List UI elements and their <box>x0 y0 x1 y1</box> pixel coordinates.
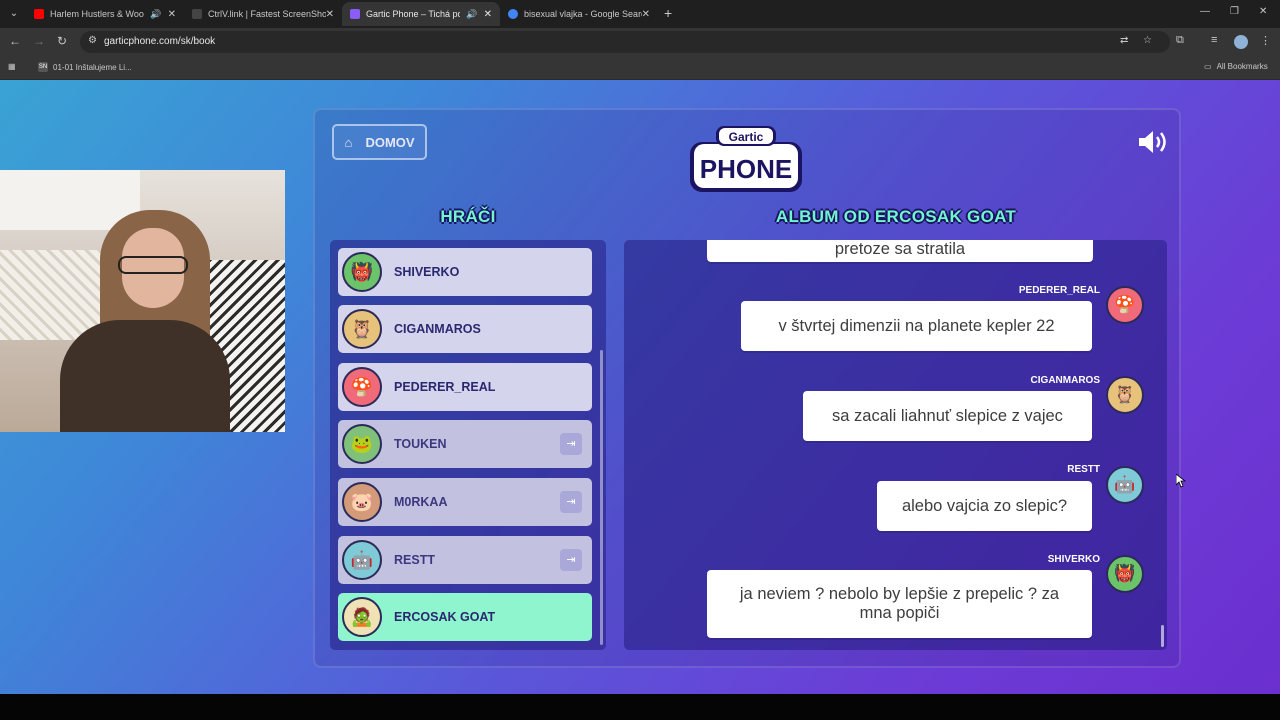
menu-icon[interactable]: ⋮ <box>1260 34 1271 47</box>
robot-icon: 🤖 <box>1106 466 1144 504</box>
tab-title: Harlem Hustlers & Woody <box>50 9 145 19</box>
player-item-ciganmaros[interactable]: 🦉 CIGANMAROS <box>338 305 592 353</box>
kick-player-icon[interactable]: ⇥ <box>560 491 582 513</box>
green-ogre-icon: 👹 <box>1106 555 1144 593</box>
player-item-restt[interactable]: 🤖 RESTT ⇥ <box>338 536 592 584</box>
toolbar: ← → ↻ ⚙ garticphone.com/sk/book ⇄ ☆ ⧉ ≡ … <box>0 28 1280 56</box>
mushroom-icon: 🍄 <box>342 367 382 407</box>
tab-title: bisexual vlajka - Google Search <box>524 9 642 19</box>
bookmark-favicon-icon: SN <box>38 62 48 72</box>
player-item-ercosak-goat[interactable]: 🧟 ERCOSAK GOAT <box>338 593 592 641</box>
player-name: PEDERER_REAL <box>394 380 496 394</box>
tab-title: Gartic Phone – Tichá pošta <box>366 9 461 19</box>
reload-icon[interactable]: ↻ <box>57 34 67 48</box>
tab-strip: ⌄ Harlem Hustlers & Woody 🔊 ✕ CtrlV.link… <box>0 0 1280 28</box>
close-icon[interactable]: ✕ <box>168 9 176 20</box>
message-author: RESTT <box>1067 464 1100 475</box>
bookmark-label: 01-01 Inštalujeme Li... <box>53 62 132 72</box>
close-icon[interactable]: ✕ <box>642 9 650 20</box>
bookmarks-bar: ▦ SN 01-01 Inštalujeme Li... ▭ All Bookm… <box>0 56 1280 80</box>
bottom-bar <box>0 694 1280 720</box>
home-button[interactable]: ⌂ DOMOV <box>332 124 427 160</box>
logo-bottom-text: PHONE <box>700 154 792 184</box>
browser-chrome: ⌄ Harlem Hustlers & Woody 🔊 ✕ CtrlV.link… <box>0 0 1280 80</box>
message-author: PEDERER_REAL <box>1018 285 1100 296</box>
green-ogre-icon: 👹 <box>342 252 382 292</box>
gartic-icon <box>350 9 360 19</box>
new-tab-button[interactable]: + <box>664 6 672 20</box>
kick-player-icon[interactable]: ⇥ <box>560 433 582 455</box>
mouse-cursor-icon <box>1176 474 1186 488</box>
album-message: sa zacali liahnuť slepice z vajec <box>803 391 1092 441</box>
webcam-person-glasses <box>118 256 188 274</box>
extensions-icon[interactable]: ⧉ <box>1176 34 1184 47</box>
player-name: ERCOSAK GOAT <box>394 610 496 624</box>
home-icon: ⌂ <box>344 134 353 150</box>
owl-icon: 🦉 <box>1106 376 1144 414</box>
url-text[interactable]: garticphone.com/sk/book <box>104 36 215 47</box>
google-icon <box>508 9 518 19</box>
message-author: SHIVERKO <box>1047 554 1100 565</box>
restore-icon[interactable]: ❐ <box>1230 6 1239 17</box>
tab-ctrlv[interactable]: CtrlV.link | Fastest ScreenShot a ✕ <box>184 2 342 26</box>
back-icon[interactable]: ← <box>9 34 21 48</box>
all-bookmarks[interactable]: ▭ All Bookmarks <box>1204 62 1268 71</box>
profile-avatar[interactable] <box>1234 35 1248 49</box>
player-name: SHIVERKO <box>394 265 460 279</box>
ctrlv-icon <box>192 9 202 19</box>
album-message: pretoze sa stratila <box>707 240 1093 262</box>
webcam-person-body <box>60 320 230 432</box>
tab-harlem[interactable]: Harlem Hustlers & Woody 🔊 ✕ <box>26 2 184 26</box>
translate-icon[interactable]: ⇄ <box>1120 35 1128 46</box>
players-title: HRÁČI <box>440 207 496 226</box>
media-icon[interactable]: ≡ <box>1211 34 1217 46</box>
close-icon[interactable]: ✕ <box>484 9 492 20</box>
album-title: ALBUM OD ERCOSAK GOAT <box>775 207 1017 226</box>
player-item-m0rkaa[interactable]: 🐷 M0RKAA ⇥ <box>338 478 592 526</box>
bookmark-item[interactable]: SN 01-01 Inštalujeme Li... <box>38 62 132 72</box>
sound-icon[interactable] <box>1137 128 1169 156</box>
site-info-icon[interactable]: ⚙ <box>88 35 97 46</box>
close-icon[interactable]: ✕ <box>326 9 334 20</box>
logo-top-text: Gartic <box>729 130 764 144</box>
tab-title: CtrlV.link | Fastest ScreenShot a <box>208 9 326 19</box>
apps-icon[interactable]: ▦ <box>8 62 16 71</box>
player-item-shiverko[interactable]: 👹 SHIVERKO <box>338 248 592 296</box>
player-name: RESTT <box>394 553 435 567</box>
close-window-icon[interactable]: ✕ <box>1259 6 1267 17</box>
forward-icon[interactable]: → <box>33 34 45 48</box>
album-message: alebo vajcia zo slepic? <box>877 481 1092 531</box>
tab-gartic[interactable]: Gartic Phone – Tichá pošta 🔊 ✕ <box>342 2 500 26</box>
home-label: DOMOV <box>365 134 415 150</box>
message-author: CIGANMAROS <box>1030 375 1100 386</box>
frog-icon: 🐸 <box>342 424 382 464</box>
player-name: TOUKEN <box>394 437 447 451</box>
album-message: ja neviem ? nebolo by lepšie z prepelic … <box>707 570 1092 638</box>
album-message: v štvrtej dimenzii na planete kepler 22 <box>741 301 1092 351</box>
robot-icon: 🤖 <box>342 540 382 580</box>
mushroom-icon: 🍄 <box>1106 286 1144 324</box>
album-scrollbar[interactable] <box>1161 625 1164 647</box>
tab-search-icon[interactable]: ⌄ <box>6 6 22 22</box>
kick-player-icon[interactable]: ⇥ <box>560 549 582 571</box>
address-bar[interactable]: ⚙ garticphone.com/sk/book ⇄ ☆ <box>80 31 1170 53</box>
pig-icon: 🐷 <box>342 482 382 522</box>
audio-icon[interactable]: 🔊 <box>466 9 477 20</box>
player-name: CIGANMAROS <box>394 322 481 336</box>
players-scrollbar[interactable] <box>600 350 603 645</box>
owl-icon: 🦉 <box>342 309 382 349</box>
folder-icon: ▭ <box>1204 62 1212 71</box>
webcam-overlay <box>0 170 285 432</box>
player-item-touken[interactable]: 🐸 TOUKEN ⇥ <box>338 420 592 468</box>
gartic-phone-logo: Gartic PHONE <box>690 126 802 192</box>
bookmark-star-icon[interactable]: ☆ <box>1143 35 1152 46</box>
player-name: M0RKAA <box>394 495 448 509</box>
youtube-icon <box>34 9 44 19</box>
mummy-icon: 🧟 <box>342 597 382 637</box>
player-item-pederer-real[interactable]: 🍄 PEDERER_REAL <box>338 363 592 411</box>
minimize-icon[interactable]: — <box>1200 6 1210 17</box>
all-bookmarks-label: All Bookmarks <box>1216 62 1268 71</box>
tab-google[interactable]: bisexual vlajka - Google Search ✕ <box>500 2 658 26</box>
audio-icon[interactable]: 🔊 <box>150 9 161 20</box>
